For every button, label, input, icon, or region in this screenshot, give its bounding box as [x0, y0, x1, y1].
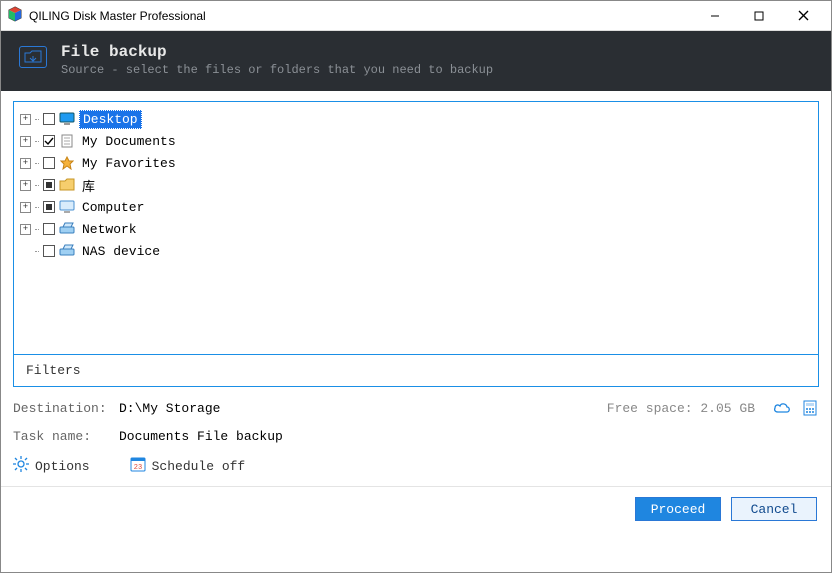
- cancel-label: Cancel: [751, 502, 798, 517]
- expander-icon[interactable]: +: [20, 136, 31, 147]
- minimize-button[interactable]: [693, 2, 737, 30]
- checkbox[interactable]: [43, 223, 55, 235]
- folder-icon: [59, 178, 75, 192]
- expander-icon[interactable]: +: [20, 114, 31, 125]
- tree-row-libraries[interactable]: + 库: [20, 174, 812, 196]
- tree-label[interactable]: My Favorites: [79, 155, 179, 172]
- tree-row-desktop[interactable]: + Desktop: [20, 108, 812, 130]
- tree-connector: [35, 229, 39, 230]
- network-drive-icon: [59, 222, 75, 236]
- network-drive-icon: [59, 244, 75, 258]
- tree-row-documents[interactable]: + My Documents: [20, 130, 812, 152]
- page-subtitle: Source - select the files or folders tha…: [61, 63, 493, 77]
- tree-label[interactable]: Desktop: [79, 110, 142, 129]
- schedule-button[interactable]: 23 Schedule off: [130, 456, 246, 476]
- options-button[interactable]: Options: [13, 456, 90, 476]
- schedule-label: Schedule off: [152, 459, 246, 474]
- proceed-label: Proceed: [651, 502, 706, 517]
- close-button[interactable]: [781, 2, 825, 30]
- source-tree-panel: + Desktop + My Documents + My: [13, 101, 819, 387]
- page-title: File backup: [61, 43, 493, 61]
- tree-label[interactable]: 库: [79, 175, 98, 196]
- filters-label: Filters: [26, 363, 81, 378]
- calendar-icon: 23: [130, 456, 146, 476]
- filters-button[interactable]: Filters: [14, 354, 818, 386]
- tree-connector: [35, 119, 39, 120]
- titlebar: QILING Disk Master Professional: [1, 1, 831, 31]
- header: File backup Source - select the files or…: [1, 31, 831, 91]
- cloud-icon[interactable]: [773, 399, 791, 417]
- window-title: QILING Disk Master Professional: [23, 9, 693, 23]
- file-backup-icon: [19, 46, 47, 68]
- options-row: Options 23 Schedule off: [1, 450, 831, 487]
- tree-connector: [35, 185, 39, 186]
- task-name-label: Task name:: [13, 429, 109, 444]
- header-text: File backup Source - select the files or…: [61, 43, 493, 77]
- checkbox[interactable]: [43, 245, 55, 257]
- expander-icon[interactable]: +: [20, 202, 31, 213]
- options-label: Options: [35, 459, 90, 474]
- destination-value[interactable]: D:\My Storage: [119, 401, 597, 416]
- destination-actions: [773, 399, 819, 417]
- tree-label[interactable]: My Documents: [79, 133, 179, 150]
- expander-icon[interactable]: +: [20, 224, 31, 235]
- maximize-button[interactable]: [737, 2, 781, 30]
- expander-icon[interactable]: +: [20, 180, 31, 191]
- checkbox[interactable]: [43, 113, 55, 125]
- proceed-button[interactable]: Proceed: [635, 497, 721, 521]
- free-space-label: Free space: 2.05 GB: [607, 401, 755, 416]
- monitor-icon: [59, 112, 75, 126]
- source-tree[interactable]: + Desktop + My Documents + My: [14, 102, 818, 354]
- expander-icon[interactable]: +: [20, 158, 31, 169]
- star-icon: [59, 156, 75, 170]
- document-icon: [59, 134, 75, 148]
- checkbox[interactable]: [43, 157, 55, 169]
- app-icon: [7, 6, 23, 26]
- task-name-row: Task name: Documents File backup: [1, 423, 831, 450]
- svg-text:23: 23: [133, 464, 141, 472]
- tree-connector: [35, 141, 39, 142]
- tree-row-network[interactable]: + Network: [20, 218, 812, 240]
- destination-row: Destination: D:\My Storage Free space: 2…: [1, 393, 831, 423]
- checkbox[interactable]: [43, 201, 55, 213]
- tree-label[interactable]: Computer: [79, 199, 147, 216]
- footer: Proceed Cancel: [1, 487, 831, 531]
- tree-connector: [35, 207, 39, 208]
- expander-empty: [20, 246, 31, 257]
- tree-row-nas[interactable]: NAS device: [20, 240, 812, 262]
- computer-icon: [59, 200, 75, 214]
- checkbox[interactable]: [43, 135, 55, 147]
- tree-row-computer[interactable]: + Computer: [20, 196, 812, 218]
- tree-connector: [35, 163, 39, 164]
- gear-icon: [13, 456, 29, 476]
- checkbox[interactable]: [43, 179, 55, 191]
- tree-label[interactable]: NAS device: [79, 243, 163, 260]
- tree-label[interactable]: Network: [79, 221, 140, 238]
- task-name-value[interactable]: Documents File backup: [119, 429, 819, 444]
- destination-label: Destination:: [13, 401, 109, 416]
- tree-row-favorites[interactable]: + My Favorites: [20, 152, 812, 174]
- calculator-icon[interactable]: [801, 399, 819, 417]
- cancel-button[interactable]: Cancel: [731, 497, 817, 521]
- tree-connector: [35, 251, 39, 252]
